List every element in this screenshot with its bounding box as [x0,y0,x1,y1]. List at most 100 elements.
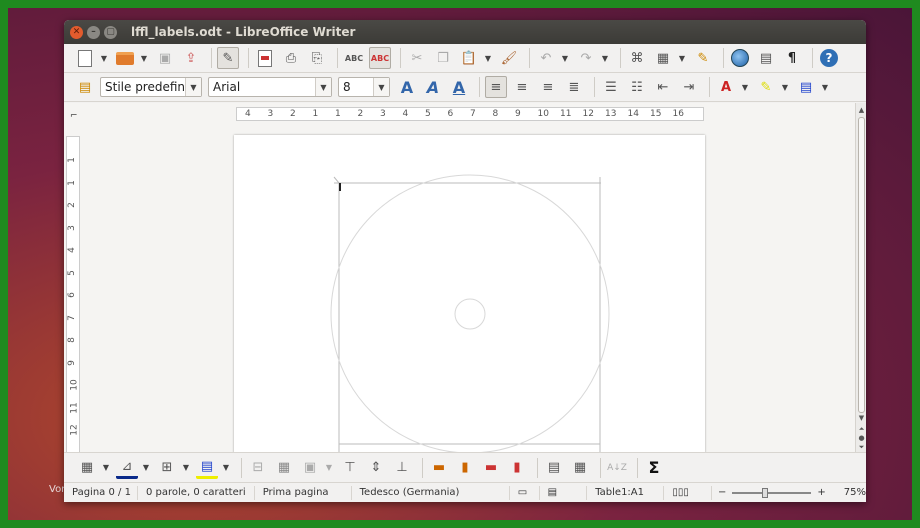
language[interactable]: Tedesco (Germania) [352,485,510,500]
zoom-in-icon[interactable]: + [817,487,825,498]
autocheck-icon[interactable]: ABC [369,47,391,69]
hyperlink-icon[interactable]: ⌘ [626,47,648,69]
font-color-icon[interactable]: A [715,76,737,98]
insert-row-icon[interactable]: ▬ [428,457,450,479]
export-pdf-icon[interactable] [254,47,276,69]
optimize-icon[interactable]: ▣ [299,457,321,479]
gallery-icon[interactable]: ▤ [755,47,777,69]
align-right-icon[interactable]: ≡ [537,76,559,98]
document-modified-icon[interactable]: ▤ [540,485,588,500]
border-style-dropdown-icon[interactable]: ▼ [142,457,150,479]
print-preview-icon[interactable]: ⎘ [306,47,328,69]
help-icon[interactable]: ? [818,47,840,69]
export-icon[interactable]: ⇪ [180,47,202,69]
minimize-window-icon[interactable]: – [87,25,100,39]
optimize-dropdown-icon[interactable]: ▼ [325,457,333,479]
zoom-slider[interactable] [732,487,812,498]
zoom-level[interactable]: 75% [844,487,866,498]
borders-icon[interactable]: ⊞ [156,457,178,479]
font-color-dropdown-icon[interactable]: ▼ [741,76,749,98]
clone-format-icon[interactable]: 🖌 [498,47,520,69]
table-icon[interactable]: ▦ [652,47,674,69]
new-dropdown-icon[interactable]: ▼ [100,47,108,69]
paste-dropdown-icon[interactable]: ▼ [484,47,492,69]
chevron-down-icon[interactable]: ▼ [373,78,389,96]
open-dropdown-icon[interactable]: ▼ [140,47,148,69]
font-name-combo[interactable]: Arial ▼ [208,77,332,97]
vertical-scrollbar[interactable]: ▲ ▼ ⏶ ● ⏷ [855,103,866,452]
maximize-window-icon[interactable]: ▢ [104,25,117,39]
spellcheck-icon[interactable]: ABC [343,47,365,69]
numbering-icon[interactable]: ☰ [600,76,622,98]
sort-icon[interactable]: A↓Z [606,457,628,479]
open-icon[interactable] [114,47,136,69]
horizontal-ruler[interactable]: 4 3 2 1 1 2 3 4 5 6 7 8 9 10 11 12 13 14 15 16 [236,107,704,121]
scroll-down-icon[interactable]: ▼ [857,414,866,423]
styles-icon[interactable]: ▤ [74,76,96,98]
redo-dropdown-icon[interactable]: ▼ [601,47,609,69]
table-insert-dropdown-icon[interactable]: ▼ [102,457,110,479]
table-autoformat-icon[interactable]: ▦ [569,457,591,479]
copy-icon[interactable]: ❐ [432,47,454,69]
next-page-icon[interactable]: ⏷ [857,443,866,452]
scrollbar-thumb[interactable] [858,117,865,413]
insert-mode-icon[interactable]: ▭ [510,485,540,500]
paste-icon[interactable]: 📋 [458,47,480,69]
scroll-up-icon[interactable]: ▲ [857,106,866,115]
navigation-icon[interactable]: ● [857,434,866,443]
highlight-icon[interactable]: ✎ [755,76,777,98]
save-icon[interactable]: ▣ [154,47,176,69]
decrease-indent-icon[interactable]: ⇤ [652,76,674,98]
pilcrow-icon[interactable]: ¶ [781,47,803,69]
align-center-icon[interactable]: ≡ [511,76,533,98]
undo-icon[interactable]: ↶ [535,47,557,69]
justify-icon[interactable]: ≣ [563,76,585,98]
prev-page-icon[interactable]: ⏶ [857,425,866,434]
table-background-dropdown-icon[interactable]: ▼ [222,457,230,479]
align-top-icon[interactable]: ⊤ [339,457,361,479]
tab-stop-selector[interactable]: ⌐ [70,111,78,121]
font-size-combo[interactable]: 8 ▼ [338,77,390,97]
vertical-ruler[interactable]: 1 1 2 3 4 5 6 7 8 9 10 11 12 [66,136,80,454]
page-count[interactable]: Pagina 0 / 1 [64,485,138,500]
border-style-icon[interactable]: ⊿ [116,457,138,479]
delete-row-icon[interactable]: ▬ [480,457,502,479]
draw-functions-icon[interactable]: ✎ [692,47,714,69]
view-layout-icon[interactable]: ▯▯▯ [664,485,712,500]
word-count[interactable]: 0 parole, 0 caratteri [138,485,255,500]
close-window-icon[interactable]: ✕ [70,25,83,39]
document-page[interactable] [234,135,705,454]
navigator-icon[interactable] [729,47,751,69]
paragraph-style-combo[interactable]: Stile predefini ▼ [100,77,202,97]
align-left-icon[interactable]: ≡ [485,76,507,98]
italic-icon[interactable]: A [422,76,444,98]
cut-icon[interactable]: ✂ [406,47,428,69]
table-properties-icon[interactable]: ▤ [543,457,565,479]
chevron-down-icon[interactable]: ▼ [185,78,201,96]
align-bottom-icon[interactable]: ⊥ [391,457,413,479]
sum-icon[interactable]: Σ [643,457,665,479]
bold-icon[interactable]: A [396,76,418,98]
borders-dropdown-icon[interactable]: ▼ [182,457,190,479]
new-icon[interactable] [74,47,96,69]
bullets-icon[interactable]: ☷ [626,76,648,98]
align-center-vertical-icon[interactable]: ⇕ [365,457,387,479]
background-dropdown-icon[interactable]: ▼ [821,76,829,98]
chevron-down-icon[interactable]: ▼ [315,78,331,96]
increase-indent-icon[interactable]: ⇥ [678,76,700,98]
undo-dropdown-icon[interactable]: ▼ [561,47,569,69]
zoom-out-icon[interactable]: − [718,487,726,498]
zoom-slider-knob[interactable] [762,487,769,498]
highlight-dropdown-icon[interactable]: ▼ [781,76,789,98]
table-insert-icon[interactable]: ▦ [76,457,98,479]
merge-cells-icon[interactable]: ⊟ [247,457,269,479]
redo-icon[interactable]: ↷ [575,47,597,69]
table-background-icon[interactable]: ▤ [196,457,218,479]
table-dropdown-icon[interactable]: ▼ [678,47,686,69]
background-color-icon[interactable]: ▤ [795,76,817,98]
split-cells-icon[interactable]: ▦ [273,457,295,479]
edit-mode-icon[interactable]: ✎ [217,47,239,69]
page-style[interactable]: Prima pagina [255,485,352,500]
delete-column-icon[interactable]: ▮ [506,457,528,479]
insert-column-icon[interactable]: ▮ [454,457,476,479]
